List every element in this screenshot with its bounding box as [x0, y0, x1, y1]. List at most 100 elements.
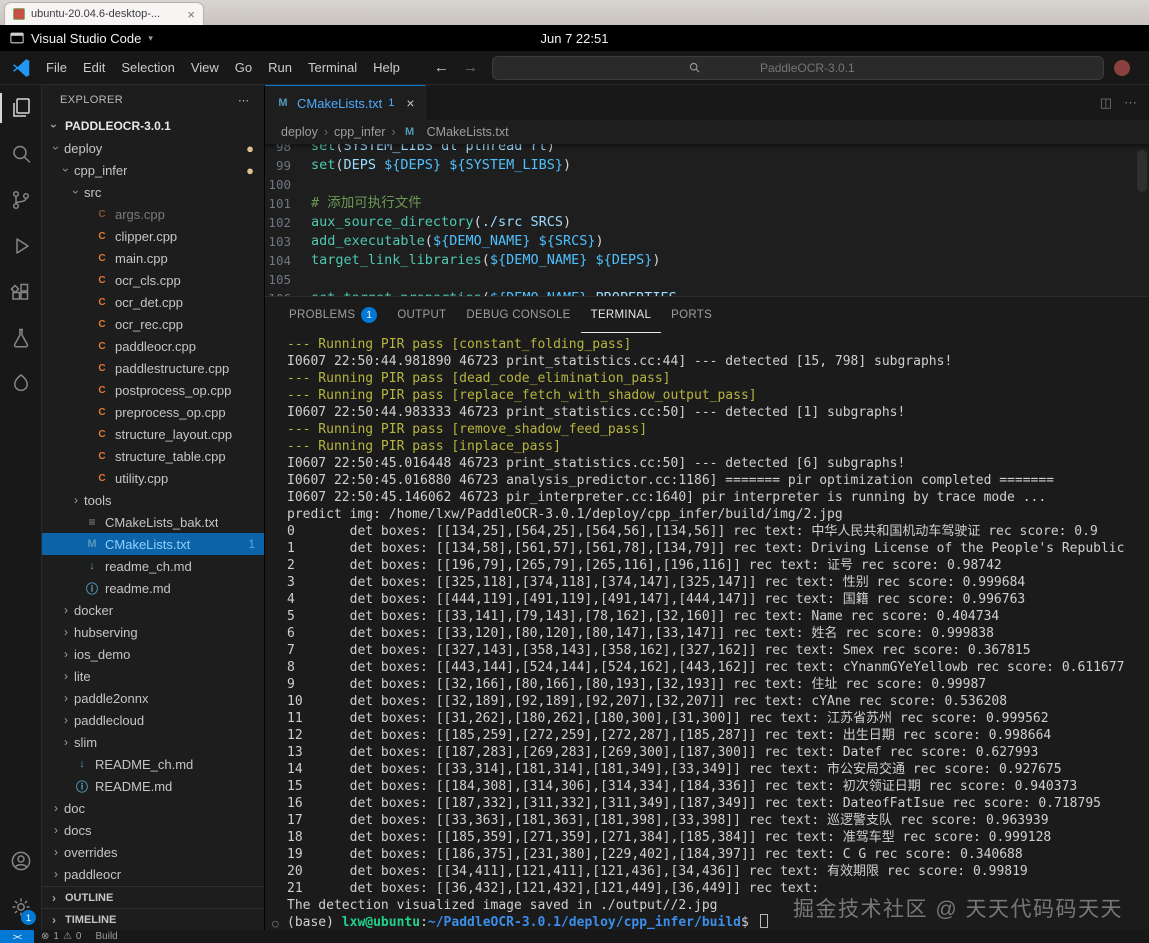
panel-tab-debug-console[interactable]: DEBUG CONSOLE: [456, 297, 580, 333]
source-control-icon[interactable]: [0, 177, 41, 223]
tree-item-doc[interactable]: ›doc: [42, 797, 264, 819]
timeline-section-header[interactable]: › TIMELINE: [42, 908, 264, 930]
paddle-extension-icon[interactable]: [0, 361, 41, 407]
vm-tab-title: ubuntu-20.04.6-desktop-...: [31, 8, 181, 20]
command-center[interactable]: [492, 56, 1104, 80]
remote-indicator[interactable]: ><: [0, 930, 34, 943]
tree-item-cpp-infer[interactable]: ›cpp_infer●: [42, 159, 264, 181]
menu-help[interactable]: Help: [365, 56, 408, 79]
terminal-prompt[interactable]: ○(base) lxw@ubuntu:~/PaddleOCR-3.0.1/dep…: [287, 914, 1149, 930]
outline-label: OUTLINE: [65, 892, 113, 904]
tree-item-tools[interactable]: ›tools: [42, 489, 264, 511]
build-button[interactable]: Build: [88, 931, 124, 942]
tree-item-readme-ch-md[interactable]: ↓readme_ch.md: [42, 555, 264, 577]
account-icon[interactable]: [0, 838, 41, 884]
testing-icon[interactable]: [0, 315, 41, 361]
workspace-root-folder[interactable]: › PADDLEOCR-3.0.1: [42, 115, 264, 137]
tree-item-src[interactable]: ›src: [42, 181, 264, 203]
breadcrumb-item-cpp-infer[interactable]: cpp_infer: [334, 125, 385, 139]
panel-tab-ports[interactable]: PORTS: [661, 297, 722, 333]
terminal[interactable]: --- Running PIR pass [constant_folding_p…: [265, 333, 1149, 930]
tree-item-ios-demo[interactable]: ›ios_demo: [42, 643, 264, 665]
gnome-clock[interactable]: Jun 7 22:51: [541, 31, 609, 46]
terminal-line: 5 det boxes: [[33,141],[79,143],[78,162]…: [287, 608, 1149, 625]
tree-item-readme-ch-md[interactable]: ↓README_ch.md: [42, 753, 264, 775]
tree-item-docs[interactable]: ›docs: [42, 819, 264, 841]
chevron-right-icon: ›: [46, 891, 62, 905]
problems-status[interactable]: ⊗ 1 ⚠ 0: [34, 931, 88, 942]
tree-item-utility-cpp[interactable]: Cutility.cpp: [42, 467, 264, 489]
tree-item-slim[interactable]: ›slim: [42, 731, 264, 753]
tree-item-hubserving[interactable]: ›hubserving: [42, 621, 264, 643]
editor-scrollbar[interactable]: [1137, 150, 1147, 192]
tree-item-ocr-rec-cpp[interactable]: Cocr_rec.cpp: [42, 313, 264, 335]
menu-file[interactable]: File: [38, 56, 75, 79]
code-line-100: 100: [265, 175, 1149, 194]
vscode-titlebar: FileEditSelectionViewGoRunTerminalHelp ←…: [0, 51, 1149, 85]
breadcrumb-item-cmakelists-txt[interactable]: MCMakeLists.txt: [402, 124, 509, 140]
menu-run[interactable]: Run: [260, 56, 300, 79]
tree-item-paddleocr[interactable]: ›paddleocr: [42, 863, 264, 885]
menu-edit[interactable]: Edit: [75, 56, 113, 79]
panel-tab-output[interactable]: OUTPUT: [387, 297, 456, 333]
tree-item-cmakelists-bak-txt[interactable]: ≡CMakeLists_bak.txt: [42, 511, 264, 533]
vm-window-tab[interactable]: ubuntu-20.04.6-desktop-... ×: [4, 2, 204, 25]
run-debug-icon[interactable]: [0, 223, 41, 269]
tree-item-lite[interactable]: ›lite: [42, 665, 264, 687]
explorer-icon[interactable]: [0, 85, 41, 131]
nav-back-icon[interactable]: ←: [434, 59, 449, 76]
tree-item-label: paddleocr.cpp: [115, 339, 196, 354]
tree-item-main-cpp[interactable]: Cmain.cpp: [42, 247, 264, 269]
tree-item-readme-md[interactable]: ⓘREADME.md: [42, 775, 264, 797]
tree-item-label: cpp_infer: [74, 163, 127, 178]
code-editor[interactable]: 98set(SYSTEM_LIBS dl pthread rt)99set(DE…: [265, 144, 1149, 296]
gnome-app-menu[interactable]: Visual Studio Code ▾: [10, 31, 153, 46]
tree-item-paddlecloud[interactable]: ›paddlecloud: [42, 709, 264, 731]
tree-item-paddleocr-cpp[interactable]: Cpaddleocr.cpp: [42, 335, 264, 357]
tab-cmakelists[interactable]: M CMakeLists.txt 1 ×: [265, 85, 426, 120]
tab-label: CMakeLists.txt: [297, 96, 382, 111]
editor-more-actions-icon[interactable]: ⋯: [1124, 95, 1137, 111]
menu-go[interactable]: Go: [227, 56, 260, 79]
terminal-line: 4 det boxes: [[444,119],[491,119],[491,1…: [287, 591, 1149, 608]
line-number: 106: [265, 289, 311, 296]
tree-item-deploy[interactable]: ›deploy●: [42, 137, 264, 159]
tree-item-paddle2onnx[interactable]: ›paddle2onnx: [42, 687, 264, 709]
tree-item-docker[interactable]: ›docker: [42, 599, 264, 621]
terminal-line: 10 det boxes: [[32,189],[92,189],[92,207…: [287, 693, 1149, 710]
tab-close-icon[interactable]: ×: [406, 95, 414, 111]
tree-item-structure-table-cpp[interactable]: Cstructure_table.cpp: [42, 445, 264, 467]
tree-item-label: paddlestructure.cpp: [115, 361, 229, 376]
avatar[interactable]: [1114, 60, 1130, 76]
panel-tab-problems[interactable]: PROBLEMS1: [279, 297, 387, 333]
menu-selection[interactable]: Selection: [113, 56, 182, 79]
sidebar-more-actions-icon[interactable]: ⋯: [238, 94, 250, 107]
search-icon[interactable]: [0, 131, 41, 177]
tree-item-readme-md[interactable]: ⓘreadme.md: [42, 577, 264, 599]
tree-item-structure-layout-cpp[interactable]: Cstructure_layout.cpp: [42, 423, 264, 445]
tree-item-overrides[interactable]: ›overrides: [42, 841, 264, 863]
tree-item-ocr-det-cpp[interactable]: Cocr_det.cpp: [42, 291, 264, 313]
settings-icon[interactable]: 1: [0, 884, 41, 930]
tree-item-preprocess-op-cpp[interactable]: Cpreprocess_op.cpp: [42, 401, 264, 423]
vm-tab-close-icon[interactable]: ×: [187, 8, 195, 21]
panel-tab-terminal[interactable]: TERMINAL: [581, 297, 662, 333]
breadcrumb-separator: ›: [391, 125, 395, 139]
menu-view[interactable]: View: [183, 56, 227, 79]
tree-item-label: paddleocr: [64, 867, 121, 882]
command-center-search-input[interactable]: [707, 61, 907, 75]
tree-item-cmakelists-txt[interactable]: MCMakeLists.txt1: [42, 533, 264, 555]
outline-section-header[interactable]: › OUTLINE: [42, 886, 264, 908]
tree-item-paddlestructure-cpp[interactable]: Cpaddlestructure.cpp: [42, 357, 264, 379]
tree-item-args-cpp[interactable]: Cargs.cpp: [42, 203, 264, 225]
nav-forward-icon[interactable]: →: [463, 59, 478, 76]
tree-item-postprocess-op-cpp[interactable]: Cpostprocess_op.cpp: [42, 379, 264, 401]
terminal-line: predict img: /home/lxw/PaddleOCR-3.0.1/d…: [287, 506, 1149, 523]
extensions-icon[interactable]: [0, 269, 41, 315]
tree-item-clipper-cpp[interactable]: Cclipper.cpp: [42, 225, 264, 247]
tree-item-ocr-cls-cpp[interactable]: Cocr_cls.cpp: [42, 269, 264, 291]
split-editor-icon[interactable]: ◫: [1100, 95, 1112, 111]
menu-terminal[interactable]: Terminal: [300, 56, 365, 79]
breadcrumb-item-deploy[interactable]: deploy: [281, 125, 318, 139]
tree-item-label: README_ch.md: [95, 757, 193, 772]
